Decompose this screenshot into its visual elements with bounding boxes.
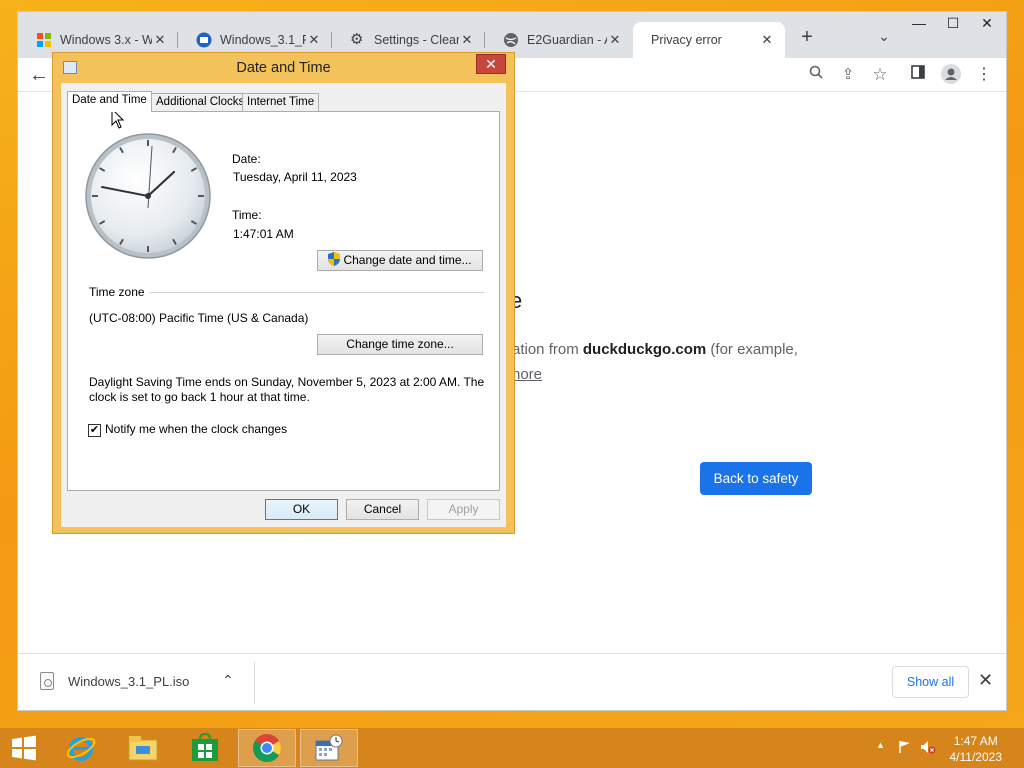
calendar-clock-icon: [315, 734, 343, 761]
system-clock[interactable]: 1:47 AM 4/11/2023: [950, 733, 1003, 765]
error-description: ation from duckduckgo.com (for example,: [512, 341, 798, 358]
uac-shield-icon: [328, 252, 341, 266]
download-shelf: Windows_3.1_PL.iso ⌃ Show all ✕: [18, 653, 1006, 710]
tab-title: Settings - Clean: [374, 33, 459, 47]
windows-flag-icon: [36, 32, 52, 48]
tab-internet-time[interactable]: Internet Time: [242, 93, 320, 111]
tab-title: Windows 3.x - Wi: [60, 33, 152, 47]
dialog-close-button[interactable]: ✕: [476, 54, 506, 74]
internet-explorer-icon[interactable]: [52, 729, 110, 767]
close-tab-icon[interactable]: ✕: [152, 32, 168, 48]
show-hidden-icons-icon[interactable]: ▲: [876, 740, 885, 750]
error-domain: duckduckgo.com: [582, 341, 707, 358]
chevron-down-icon[interactable]: ⌄: [874, 28, 894, 48]
file-explorer-icon[interactable]: [114, 729, 172, 767]
tab-title: Windows_3.1_PL: [220, 33, 306, 47]
clock-time: 1:47 AM: [953, 734, 998, 748]
analog-clock: [85, 133, 211, 259]
time-zone-heading: Time zone: [89, 285, 145, 299]
change-time-zone-button[interactable]: Change time zone...: [317, 334, 483, 355]
tab-additional-clocks[interactable]: Additional Clocks: [151, 93, 250, 111]
date-time-taskbar-button[interactable]: [300, 729, 358, 767]
apply-button[interactable]: Apply: [427, 499, 500, 520]
store-icon[interactable]: [176, 729, 234, 767]
back-arrow-icon[interactable]: ←: [28, 64, 50, 86]
dst-info-line-2: clock is set to go back 1 hour at that t…: [89, 390, 310, 404]
maximize-button[interactable]: ☐: [936, 12, 970, 34]
file-share-icon: [196, 32, 212, 48]
change-date-time-button[interactable]: Change date and time...: [317, 250, 483, 271]
error-text-prefix: ation from: [512, 341, 583, 358]
close-tab-icon[interactable]: ✕: [459, 32, 475, 48]
cancel-button[interactable]: Cancel: [346, 499, 419, 520]
time-value: 1:47:01 AM: [233, 227, 294, 241]
date-value: Tuesday, April 11, 2023: [233, 170, 357, 184]
tab-title: Privacy error: [651, 33, 722, 47]
chrome-taskbar-button[interactable]: [238, 729, 296, 767]
dialog-title: Date and Time: [236, 60, 331, 76]
learn-more-link[interactable]: nore: [512, 366, 542, 383]
action-center-flag-icon[interactable]: [898, 740, 912, 757]
tab-date-and-time[interactable]: Date and Time: [67, 91, 152, 112]
file-icon: [40, 672, 54, 690]
tab-privacy-error[interactable]: Privacy error ✕: [633, 22, 785, 58]
new-tab-button[interactable]: +: [795, 26, 819, 50]
chrome-icon: [253, 734, 281, 762]
share-icon[interactable]: ⇪: [837, 64, 859, 86]
close-icon[interactable]: ✕: [978, 670, 993, 691]
date-time-tab-page: Date: Tuesday, April 11, 2023 Time: 1:47…: [67, 111, 500, 491]
close-window-button[interactable]: ✕: [970, 12, 1004, 34]
back-to-safety-button[interactable]: Back to safety: [700, 462, 812, 495]
time-zone-separator: [150, 292, 484, 293]
tab-title: E2Guardian - Ac: [527, 33, 607, 47]
dst-info-line-1: Daylight Saving Time ends on Sunday, Nov…: [89, 375, 485, 389]
minimize-button[interactable]: —: [902, 12, 936, 34]
zoom-icon[interactable]: [805, 64, 827, 86]
notify-label: Notify me when the clock changes: [105, 422, 288, 436]
side-panel-icon[interactable]: [907, 64, 929, 86]
menu-kebab-icon[interactable]: ⋮: [973, 64, 995, 86]
notify-checkbox[interactable]: ✔: [88, 424, 101, 437]
chevron-up-icon[interactable]: ⌃: [222, 672, 234, 689]
close-tab-icon[interactable]: ✕: [306, 32, 322, 48]
change-date-time-label: Change date and time...: [343, 253, 472, 267]
ok-button[interactable]: OK: [265, 499, 338, 520]
download-divider: [254, 662, 255, 704]
time-zone-value: (UTC-08:00) Pacific Time (US & Canada): [89, 311, 309, 325]
bookmark-star-icon[interactable]: ☆: [869, 64, 891, 86]
gear-icon: ⚙: [350, 31, 364, 48]
close-tab-icon[interactable]: ✕: [607, 32, 623, 48]
show-all-button[interactable]: Show all: [892, 666, 969, 698]
clock-date: 4/11/2023: [949, 750, 1003, 764]
speaker-muted-icon[interactable]: [920, 740, 936, 757]
download-item[interactable]: Windows_3.1_PL.iso: [40, 672, 189, 690]
start-windows-icon[interactable]: [0, 729, 48, 767]
dialog-client-area: Date and Time Additional Clocks Internet…: [61, 83, 506, 527]
error-text-suffix: (for example,: [706, 341, 798, 358]
date-label: Date:: [232, 152, 261, 166]
profile-avatar-icon[interactable]: [940, 64, 962, 86]
time-label: Time:: [232, 208, 262, 222]
taskbar: ▲ 1:47 AM 4/11/2023: [0, 728, 1024, 768]
download-file-name: Windows_3.1_PL.iso: [68, 673, 190, 689]
close-tab-icon[interactable]: ✕: [759, 32, 775, 48]
globe-icon: [503, 32, 519, 48]
